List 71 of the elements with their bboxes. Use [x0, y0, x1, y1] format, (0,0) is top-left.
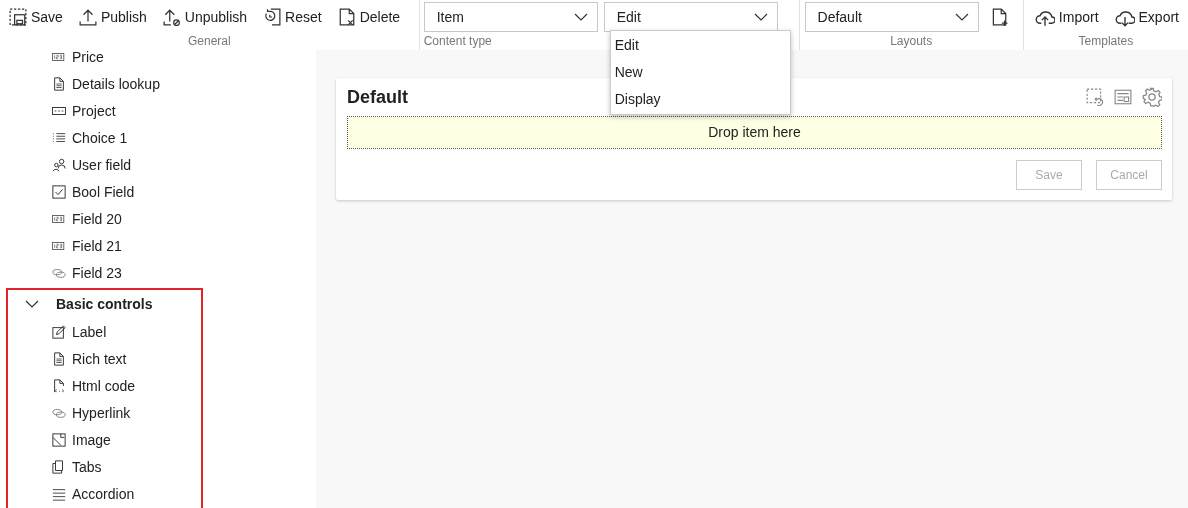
sidebar-item[interactable]: Choice 1: [0, 124, 316, 151]
sidebar-item[interactable]: Hyperlink: [8, 399, 201, 426]
settings-icon[interactable]: [1142, 87, 1162, 107]
group-label: Layouts: [890, 33, 933, 49]
item-label: Choice 1: [72, 129, 128, 146]
toolbar-button[interactable]: Save: [4, 2, 68, 31]
lines-icon: [52, 486, 66, 501]
item-label: User field: [72, 156, 132, 173]
list-icon: [52, 130, 66, 145]
menu-item[interactable]: Display: [610, 86, 790, 113]
sidebar-item[interactable]: Field 21: [0, 232, 316, 259]
sidebar-item[interactable]: Accordion: [8, 480, 201, 507]
group-header[interactable]: Basic controls: [8, 290, 201, 318]
sidebar-item[interactable]: Details lookup: [0, 70, 316, 97]
item-label: Html code: [72, 377, 136, 394]
item-label: Accordion: [72, 485, 135, 502]
number-field-icon: [52, 50, 66, 64]
sidebar-item[interactable]: Bool Field: [0, 178, 316, 205]
reset-icon: [263, 7, 282, 26]
item-label: Bool Field: [72, 183, 135, 200]
delete-icon: [337, 7, 356, 26]
menu-item[interactable]: Edit: [610, 32, 790, 59]
users-icon: [52, 157, 66, 172]
toolbar-button[interactable]: Publish: [73, 2, 152, 31]
upload-icon: [78, 7, 97, 26]
group-label: General: [188, 33, 231, 49]
group-label: Templates: [1078, 33, 1134, 49]
document-icon: [52, 76, 66, 91]
dropdown[interactable]: Default: [804, 1, 979, 32]
group-label: Content type: [423, 33, 492, 49]
toolbar-button[interactable]: Import: [1029, 2, 1104, 31]
save-icon: [9, 7, 27, 26]
add-document-icon: [989, 7, 1008, 26]
sidebar-item[interactable]: Rich text: [8, 345, 201, 372]
toolbar-button[interactable]: Delete: [332, 2, 406, 31]
upload-blocked-icon: [162, 7, 181, 26]
sidebar-item[interactable]: Tabs: [8, 453, 201, 480]
sidebar-item[interactable]: Html code: [8, 372, 201, 399]
item-label: Price: [72, 50, 104, 65]
menu-item[interactable]: New: [610, 59, 790, 86]
item-label: Details lookup: [72, 75, 160, 92]
toolbar-button[interactable]: Reset: [258, 2, 327, 31]
document-icon: [52, 351, 66, 366]
dropdown[interactable]: Item: [423, 1, 598, 32]
item-label: Field 20: [72, 210, 122, 227]
toolbar-button[interactable]: Export: [1109, 2, 1184, 31]
item-label: Field 21: [72, 237, 122, 254]
sidebar-item[interactable]: Image: [8, 426, 201, 453]
sidebar-item[interactable]: Project: [0, 97, 316, 124]
select-area-icon[interactable]: [1086, 88, 1104, 106]
sidebar-item[interactable]: User field: [0, 151, 316, 178]
item-label: Hyperlink: [72, 404, 131, 421]
image-icon: [52, 432, 66, 447]
form-title: Default: [347, 86, 408, 108]
item-label: Tabs: [72, 458, 102, 475]
sidebar-item[interactable]: Price: [0, 50, 316, 70]
sidebar-item[interactable]: Label: [8, 318, 201, 345]
edit-box-icon: [52, 324, 66, 339]
item-label: Rich text: [72, 350, 127, 367]
sidebar-item[interactable]: Field 23: [0, 259, 316, 286]
toolbar-button[interactable]: Unpublish: [157, 2, 253, 31]
sidebar-item[interactable]: Field 20: [0, 205, 316, 232]
item-label: Project: [72, 102, 116, 119]
item-label: Field 23: [72, 264, 122, 281]
item-label: Image: [72, 431, 111, 448]
drop-zone: Drop item here: [347, 116, 1162, 149]
code-document-icon: [52, 378, 66, 393]
pages-icon: [52, 459, 66, 474]
checkbox-icon: [52, 184, 66, 199]
item-label: Label: [72, 323, 107, 340]
layout-icon[interactable]: [1114, 88, 1132, 106]
